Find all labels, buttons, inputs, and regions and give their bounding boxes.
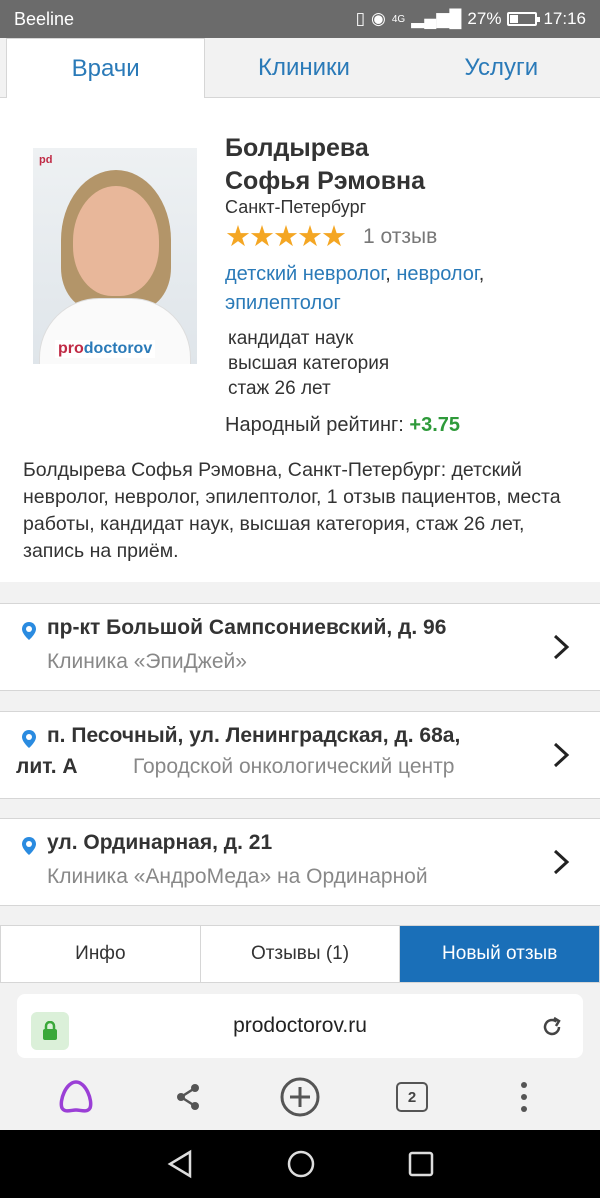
- alice-assistant-icon[interactable]: [53, 1074, 99, 1120]
- workplace-item[interactable]: ул. Ординарная, д. 21 Клиника «АндроМеда…: [0, 818, 600, 906]
- rating-label: Народный рейтинг:: [225, 414, 404, 436]
- system-nav-bar: [0, 1130, 600, 1198]
- back-icon[interactable]: [166, 1149, 194, 1179]
- specialty-link[interactable]: эпилептолог: [225, 292, 341, 314]
- address-street: п. Песочный, ул. Ленинградская, д. 68а,: [47, 724, 461, 747]
- tab-count: 2: [396, 1082, 428, 1112]
- vibrate-icon: ▯: [355, 9, 365, 28]
- reload-icon[interactable]: [539, 1014, 565, 1040]
- tab-doctors[interactable]: Врачи: [6, 38, 206, 99]
- battery-icon: [507, 12, 541, 26]
- star-icon: ★: [249, 221, 275, 253]
- doctor-qualifications: кандидат наук высшая категория стаж 26 л…: [228, 326, 389, 401]
- browser-toolbar: 2: [0, 1070, 600, 1124]
- reviews-link[interactable]: 1 отзыв: [363, 225, 437, 249]
- specialties: детский невролог, невролог, эпилептолог: [225, 263, 485, 314]
- star-rating: ★ ★ ★ ★ ★ 1 отзыв: [225, 222, 437, 252]
- clinic-name: Клиника «АндроМеда» на Ординарной: [47, 865, 428, 888]
- watermark-pro: pro: [58, 340, 84, 357]
- category: высшая категория: [228, 353, 390, 374]
- experience: стаж 26 лет: [228, 378, 331, 399]
- lock-icon[interactable]: [31, 1012, 69, 1050]
- clinic-name: Клиника «ЭпиДжей»: [47, 650, 247, 673]
- clock: 17:16: [543, 9, 586, 28]
- doctor-surname: Болдырева: [225, 134, 369, 162]
- star-icon: ★: [225, 221, 251, 253]
- browser-bar: prodoctorov.ru 2: [0, 990, 600, 1130]
- location-pin-icon: [22, 837, 36, 855]
- chevron-right-icon: [553, 849, 570, 875]
- doctor-city: Санкт-Петербург: [225, 197, 367, 217]
- star-icon: ★: [321, 221, 347, 253]
- home-icon[interactable]: [286, 1149, 316, 1179]
- recent-apps-icon[interactable]: [408, 1151, 434, 1177]
- battery-percent: 27%: [467, 9, 502, 28]
- workplace-item[interactable]: п. Песочный, ул. Ленинградская, д. 68а, …: [0, 711, 600, 799]
- address-street: пр-кт Большой Сампсониевский, д. 96: [47, 616, 447, 639]
- location-pin-icon: [22, 730, 36, 748]
- watermark-doctorov: doctorov: [83, 340, 153, 357]
- doctor-photo[interactable]: pd prodoctorov: [33, 148, 197, 364]
- address-street-continued: лит. А: [16, 755, 78, 778]
- more-menu-icon[interactable]: [501, 1074, 547, 1120]
- star-icon: ★: [273, 221, 299, 253]
- doctor-description: Болдырева Софья Рэмовна, Санкт-Петербург…: [23, 459, 561, 562]
- photo-watermark: prodoctorov: [55, 340, 156, 358]
- new-review-button[interactable]: Новый отзыв: [400, 926, 600, 982]
- rating-value: +3.75: [409, 414, 461, 436]
- clinic-name: Городской онкологический центр: [133, 755, 455, 778]
- tab-info[interactable]: Инфо: [1, 926, 201, 982]
- address-bar[interactable]: prodoctorov.ru: [17, 994, 583, 1058]
- chevron-right-icon: [553, 634, 570, 660]
- doctor-given-names: Софья Рэмовна: [225, 167, 426, 195]
- eye-icon: ◉: [370, 9, 386, 28]
- section-tabs: Врачи Клиники Услуги: [0, 38, 600, 99]
- tab-clinics[interactable]: Клиники: [205, 38, 402, 97]
- chevron-right-icon: [553, 742, 570, 768]
- doctor-profile-card: pd prodoctorov Болдырева Софья Рэмовна С…: [0, 98, 600, 582]
- degree: кандидат наук: [228, 328, 354, 349]
- signal-icon: ▂▄▆█: [411, 9, 462, 28]
- tab-services[interactable]: Услуги: [403, 38, 600, 97]
- status-bar: Beeline ▯ ◉ 4G ▂▄▆█ 27% 17:16: [0, 0, 600, 38]
- prodoctorov-logo-icon: pd: [39, 154, 53, 166]
- profile-tab-bar: Инфо Отзывы (1) Новый отзыв: [0, 925, 600, 983]
- address-street: ул. Ординарная, д. 21: [47, 831, 273, 854]
- new-tab-icon[interactable]: [277, 1074, 323, 1120]
- star-icon: ★: [297, 221, 323, 253]
- url-text[interactable]: prodoctorov.ru: [17, 994, 583, 1058]
- specialty-link[interactable]: детский невролог: [225, 263, 385, 285]
- workplace-item[interactable]: пр-кт Большой Сампсониевский, д. 96 Клин…: [0, 603, 600, 691]
- tab-reviews[interactable]: Отзывы (1): [201, 926, 401, 982]
- public-rating: Народный рейтинг: +3.75: [225, 414, 460, 437]
- network-label: 4G: [391, 13, 406, 25]
- photo-face: [73, 186, 159, 296]
- specialty-link[interactable]: невролог: [396, 263, 478, 285]
- doctor-name: Болдырева Софья Рэмовна: [225, 132, 425, 198]
- share-icon[interactable]: [165, 1074, 211, 1120]
- location-pin-icon: [22, 622, 36, 640]
- tabs-switcher-button[interactable]: 2: [389, 1074, 435, 1120]
- status-icons: ▯ ◉ 4G ▂▄▆█ 27% 17:16: [356, 9, 586, 29]
- carrier-name: Beeline: [14, 8, 75, 29]
